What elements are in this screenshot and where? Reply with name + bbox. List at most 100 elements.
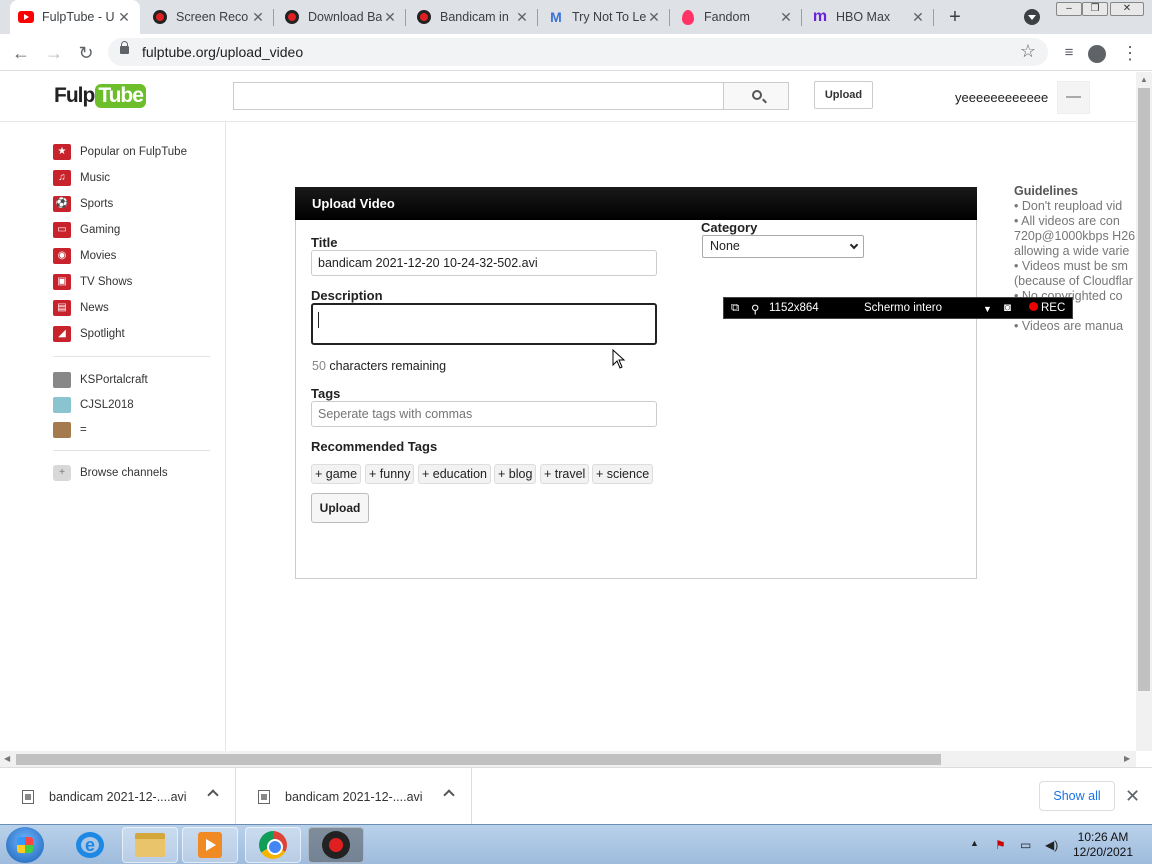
tab-download-bandicam[interactable]: Download Ba ✕ xyxy=(276,0,406,34)
scroll-up-icon[interactable]: ▲ xyxy=(1140,75,1148,84)
sidebar-item-tv-shows[interactable]: ▣ TV Shows xyxy=(53,272,132,292)
tag-game-button[interactable]: + game xyxy=(311,464,362,484)
chrome-icon[interactable] xyxy=(245,827,301,863)
sidebar-item-popular[interactable]: ★ Popular on FulpTube xyxy=(53,142,187,162)
system-tray: ▲ ⚑ ▭ ◀) xyxy=(970,825,1070,865)
close-tab-icon[interactable]: ✕ xyxy=(116,9,132,26)
back-arrow-icon[interactable]: ← xyxy=(9,41,33,65)
rec-label[interactable]: REC xyxy=(1041,302,1065,314)
sidebar-item-spotlight[interactable]: ◢ Spotlight xyxy=(53,324,125,344)
guideline-line: (because of Cloudflar xyxy=(1014,274,1133,288)
page-viewport: Fulp Tube Upload yeeeeeeeeeeee ★ Popular … xyxy=(0,72,1136,751)
file-icon xyxy=(258,789,270,804)
sidebar-item-gaming[interactable]: ▭ Gaming xyxy=(53,220,120,240)
category-select[interactable]: None xyxy=(702,235,864,258)
sidebar-item-movies[interactable]: ◉ Movies xyxy=(53,246,116,266)
horizontal-scrollbar[interactable]: ◀ ▶ xyxy=(0,751,1136,767)
media-control-icon[interactable]: ≡ xyxy=(1057,41,1081,65)
window-mode-icon[interactable]: ⧉ xyxy=(731,302,739,315)
close-tab-icon[interactable]: ✕ xyxy=(382,9,398,26)
media-player-icon[interactable] xyxy=(182,827,238,863)
tag-education-button[interactable]: + education xyxy=(418,464,491,484)
tags-input[interactable] xyxy=(311,401,657,427)
close-window-icon[interactable]: ✕ xyxy=(1110,2,1144,16)
show-all-downloads-button[interactable]: Show all xyxy=(1039,781,1115,811)
close-tab-icon[interactable]: ✕ xyxy=(514,9,530,26)
title-input[interactable]: bandicam 2021-12-20 10-24-32-502.avi xyxy=(311,250,657,276)
profile-avatar-icon[interactable] xyxy=(1085,41,1109,65)
close-tab-icon[interactable]: ✕ xyxy=(778,9,794,26)
tab-screen-recorder[interactable]: Screen Reco ✕ xyxy=(144,0,274,34)
guideline-line: • Videos must be sm xyxy=(1014,259,1128,273)
restore-window-icon[interactable]: ❐ xyxy=(1082,2,1108,16)
scroll-left-icon[interactable]: ◀ xyxy=(4,754,10,763)
bandicam-recording-bar[interactable]: ⧉ ⚲ 1152x864 Schermo intero ▼ ◙ REC xyxy=(723,297,1073,319)
sidebar-item-music[interactable]: ♫ Music xyxy=(53,168,110,188)
sidebar: ★ Popular on FulpTube ♫ Music ⚽ Sports ▭… xyxy=(0,122,226,751)
tab-bandicam-info[interactable]: Bandicam in ✕ xyxy=(408,0,538,34)
fulptube-logo[interactable]: Fulp Tube xyxy=(54,82,146,110)
sidebar-channel-ksportalcraft[interactable]: KSPortalcraft xyxy=(53,370,148,390)
sidebar-browse-channels[interactable]: + Browse channels xyxy=(53,463,168,483)
user-avatar[interactable] xyxy=(1057,81,1090,114)
start-button[interactable] xyxy=(6,827,44,863)
search-button[interactable] xyxy=(723,82,789,110)
url-text: fulptube.org/upload_video xyxy=(142,44,304,60)
tag-travel-button[interactable]: + travel xyxy=(540,464,590,484)
sidebar-channel-cjsl2018[interactable]: CJSL2018 xyxy=(53,395,134,415)
vertical-scrollbar[interactable]: ▲ xyxy=(1136,72,1152,751)
taskbar-clock[interactable]: 10:26 AM 12/20/2021 xyxy=(1068,830,1138,860)
dropdown-triangle-icon[interactable]: ▼ xyxy=(983,304,992,314)
lock-icon xyxy=(120,41,129,54)
magnifier-icon[interactable]: ⚲ xyxy=(751,302,759,316)
tab-hbo-max[interactable]: m HBO Max ✕ xyxy=(804,0,934,34)
sidebar-item-sports[interactable]: ⚽ Sports xyxy=(53,194,113,214)
show-hidden-icons-icon[interactable]: ▲ xyxy=(970,838,986,852)
recording-mode[interactable]: Schermo intero xyxy=(864,302,942,314)
tag-blog-button[interactable]: + blog xyxy=(494,464,537,484)
tab-try-not-to-laugh[interactable]: M Try Not To Le ✕ xyxy=(540,0,670,34)
tag-funny-button[interactable]: + funny xyxy=(365,464,415,484)
sidebar-channel-equals[interactable]: = xyxy=(53,420,87,440)
minimize-window-icon[interactable]: – xyxy=(1056,2,1082,16)
download-item[interactable]: bandicam 2021-12-....avi xyxy=(0,768,236,825)
scroll-right-icon[interactable]: ▶ xyxy=(1124,754,1130,763)
description-label: Description xyxy=(311,288,383,303)
close-tab-icon[interactable]: ✕ xyxy=(646,9,662,26)
new-tab-plus-icon[interactable]: + xyxy=(944,6,966,28)
address-bar[interactable]: fulptube.org/upload_video ☆ xyxy=(108,38,1048,66)
close-tab-icon[interactable]: ✕ xyxy=(250,9,266,26)
network-icon[interactable]: ▭ xyxy=(1020,838,1036,852)
username-label[interactable]: yeeeeeeeeeeee xyxy=(955,90,1048,105)
volume-icon[interactable]: ◀) xyxy=(1045,838,1061,852)
tab-fulptube[interactable]: FulpTube - U ✕ xyxy=(10,0,140,34)
camera-icon[interactable]: ◙ xyxy=(1004,302,1011,314)
description-input[interactable] xyxy=(311,303,657,345)
bookmark-star-icon[interactable]: ☆ xyxy=(1020,41,1036,62)
chevron-up-icon[interactable] xyxy=(443,789,455,801)
download-item[interactable]: bandicam 2021-12-....avi xyxy=(236,768,472,825)
chevron-up-icon[interactable] xyxy=(207,789,219,801)
close-tab-icon[interactable]: ✕ xyxy=(910,9,926,26)
header-upload-button[interactable]: Upload xyxy=(814,81,873,109)
browser-menu-icon[interactable]: ⋮ xyxy=(1118,41,1142,65)
title-label: Title xyxy=(311,235,338,250)
reload-icon[interactable]: ↻ xyxy=(74,41,98,65)
site-search-input[interactable] xyxy=(233,82,724,110)
close-download-bar-icon[interactable]: ✕ xyxy=(1125,786,1140,807)
sidebar-item-news[interactable]: ▤ News xyxy=(53,298,109,318)
tag-science-button[interactable]: + science xyxy=(592,464,654,484)
file-explorer-icon[interactable] xyxy=(122,827,178,863)
internet-explorer-icon[interactable]: e xyxy=(62,827,118,863)
vertical-scroll-thumb[interactable] xyxy=(1138,88,1150,691)
tab-fandom[interactable]: Fandom ✕ xyxy=(672,0,802,34)
bandicam-app-icon[interactable] xyxy=(308,827,364,863)
forward-arrow-icon[interactable]: → xyxy=(42,41,66,65)
tab-search-icon[interactable] xyxy=(1024,9,1040,25)
horizontal-scroll-thumb[interactable] xyxy=(16,754,941,765)
upload-submit-button[interactable]: Upload xyxy=(311,493,369,523)
bandicam-favicon-icon xyxy=(416,9,432,25)
action-center-flag-icon[interactable]: ⚑ xyxy=(995,838,1011,852)
record-dot-icon xyxy=(1029,302,1038,311)
plus-icon: + xyxy=(53,465,71,481)
